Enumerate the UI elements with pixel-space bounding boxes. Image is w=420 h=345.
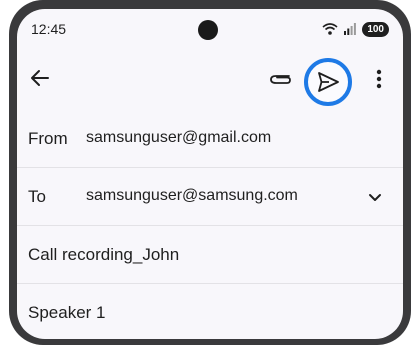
- send-icon: [318, 72, 339, 92]
- subject-field[interactable]: Call recording_John: [28, 245, 179, 265]
- body-field[interactable]: Speaker 1: [28, 303, 106, 323]
- battery-icon: 100: [362, 21, 389, 37]
- more-options-button[interactable]: [372, 65, 386, 93]
- attach-button[interactable]: [265, 63, 295, 93]
- from-row[interactable]: From samsunguser@gmail.com: [17, 109, 403, 168]
- from-label: From: [28, 129, 68, 148]
- arrow-back-icon: [31, 70, 49, 86]
- to-row[interactable]: To samsunguser@samsung.com: [17, 167, 403, 226]
- paperclip-icon: [270, 75, 291, 84]
- chevron-down-icon[interactable]: [367, 189, 383, 205]
- to-label: To: [28, 187, 46, 206]
- wifi-calling-icon: [322, 23, 338, 35]
- subject-row[interactable]: Call recording_John: [17, 225, 403, 284]
- back-button[interactable]: [25, 63, 55, 93]
- status-bar: 12:45 100: [17, 9, 403, 51]
- compose-screen: 12:45 100 From samsunguser@gmail.com To …: [17, 9, 403, 339]
- more-vert-icon: [376, 69, 382, 89]
- from-address: samsunguser@gmail.com: [86, 129, 272, 146]
- compose-toolbar: [17, 51, 403, 109]
- send-button[interactable]: [304, 58, 352, 106]
- status-time: 12:45: [31, 21, 67, 37]
- status-icons: 100: [322, 21, 389, 37]
- front-camera: [198, 20, 218, 40]
- body-row[interactable]: Speaker 1: [17, 283, 403, 339]
- to-field[interactable]: samsunguser@samsung.com: [86, 187, 298, 205]
- signal-icon: [344, 23, 357, 35]
